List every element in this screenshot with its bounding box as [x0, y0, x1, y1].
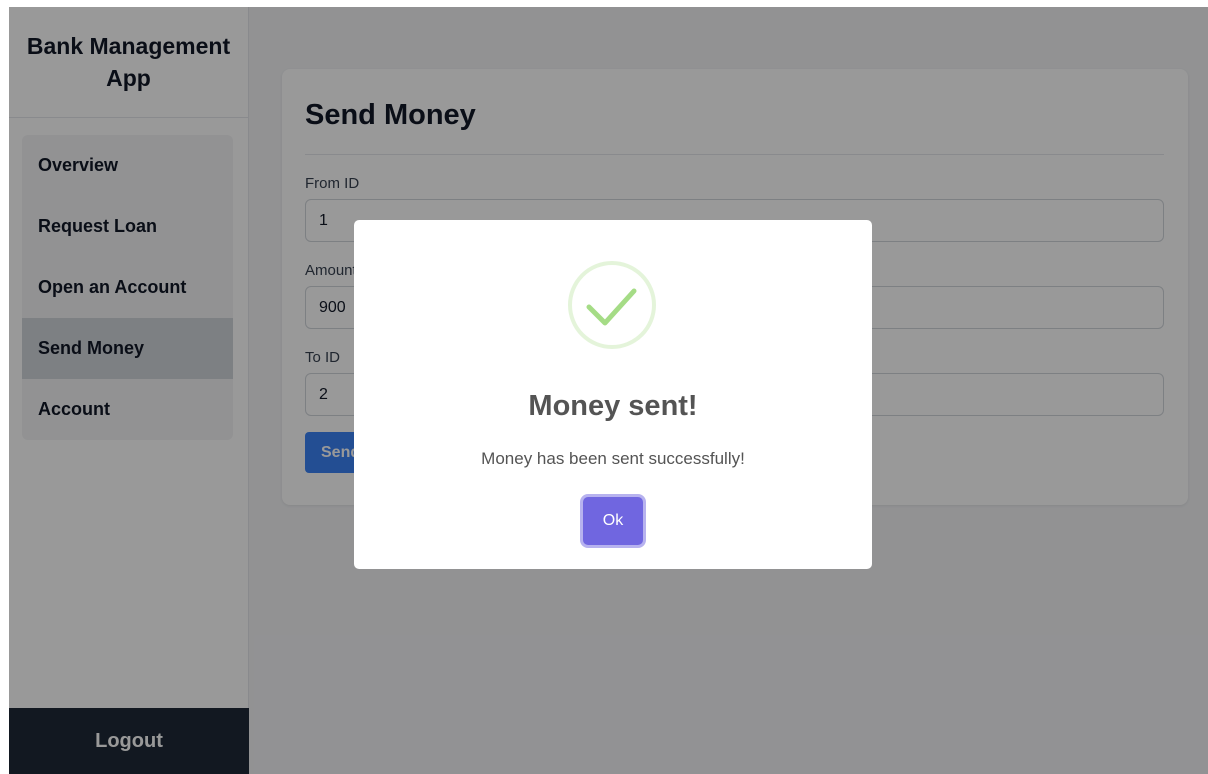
- success-dialog: Money sent! Money has been sent successf…: [354, 220, 872, 569]
- dialog-title: Money sent!: [528, 390, 698, 422]
- check-circle-icon: [568, 261, 656, 349]
- ok-button[interactable]: Ok: [583, 497, 643, 545]
- app-window: Bank Management App Overview Request Loa…: [9, 7, 1208, 774]
- dialog-message: Money has been sent successfully!: [481, 449, 745, 468]
